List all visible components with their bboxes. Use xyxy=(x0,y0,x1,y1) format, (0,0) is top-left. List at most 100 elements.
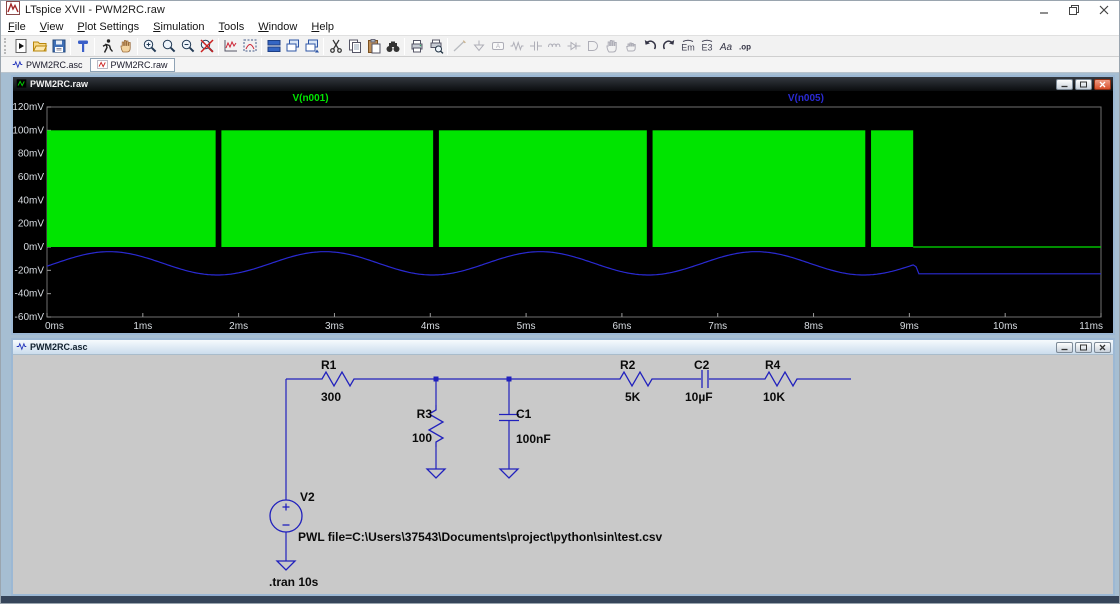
undo-button[interactable] xyxy=(640,36,659,56)
label-icon: A xyxy=(490,38,506,54)
schematic-restore-button[interactable] xyxy=(1075,342,1092,353)
menu-item-help[interactable]: Help xyxy=(304,20,341,34)
pwm-block xyxy=(221,130,433,247)
zoom-out-icon xyxy=(180,38,196,54)
waveform-restore-button[interactable] xyxy=(1075,79,1092,90)
component-ref-C2: C2 xyxy=(694,358,710,372)
copy-button[interactable] xyxy=(345,36,364,56)
diode-button[interactable] xyxy=(564,36,583,56)
svg-text:Aa: Aa xyxy=(718,42,732,53)
component-button[interactable] xyxy=(583,36,602,56)
capacitor-button[interactable] xyxy=(526,36,545,56)
toolbar-grip[interactable] xyxy=(4,38,8,54)
menu-item-simulation[interactable]: Simulation xyxy=(146,20,211,34)
schematic-window-icon xyxy=(16,341,27,354)
text-button[interactable]: Aa xyxy=(716,36,735,56)
inductor-button[interactable] xyxy=(545,36,564,56)
control-panel-icon xyxy=(75,38,91,54)
y-tick-label: -20mV xyxy=(15,265,45,276)
toolbar-separator xyxy=(70,38,71,55)
menu-item-view[interactable]: View xyxy=(33,20,71,34)
halt-button[interactable] xyxy=(116,36,135,56)
menu-item-file[interactable]: File xyxy=(1,20,33,34)
component-ref-R3: R3 xyxy=(417,407,433,421)
tab-pwm2rc-asc[interactable]: PWM2RC.asc xyxy=(5,58,90,72)
legend-v-n001-[interactable]: V(n001) xyxy=(292,93,328,104)
print-button[interactable] xyxy=(407,36,426,56)
close-button[interactable] xyxy=(1089,1,1119,19)
menu-item-tools[interactable]: Tools xyxy=(212,20,252,34)
redo-icon xyxy=(661,38,677,54)
save-button[interactable] xyxy=(49,36,68,56)
ground-symbol xyxy=(500,469,518,478)
autorange-y-button[interactable] xyxy=(221,36,240,56)
print-preview-button[interactable] xyxy=(426,36,445,56)
waveform-tab-icon xyxy=(97,59,108,72)
wire-button[interactable] xyxy=(450,36,469,56)
run-simulation-button[interactable] xyxy=(97,36,116,56)
menu-item-plot-settings[interactable]: Plot Settings xyxy=(70,20,146,34)
paste-button[interactable] xyxy=(364,36,383,56)
resistor-icon xyxy=(509,38,525,54)
x-tick-label: 1ms xyxy=(133,321,152,332)
y-tick-label: -60mV xyxy=(15,312,45,323)
plot-settings-button[interactable] xyxy=(240,36,259,56)
cut-button[interactable] xyxy=(326,36,345,56)
waveform-plot[interactable]: 120mV100mV80mV60mV40mV20mV0mV-20mV-40mV-… xyxy=(13,91,1109,333)
zoom-area-icon xyxy=(161,38,177,54)
schematic-window-controls xyxy=(1054,342,1111,353)
cascade-windows-button[interactable] xyxy=(283,36,302,56)
resistor-R4 xyxy=(760,372,802,386)
cascade-windows-alt-button[interactable] xyxy=(302,36,321,56)
label-button[interactable]: A xyxy=(488,36,507,56)
toolbar-separator xyxy=(218,38,219,55)
diode-icon xyxy=(566,38,582,54)
control-panel-button[interactable] xyxy=(73,36,92,56)
resistor-R1 xyxy=(317,372,359,386)
minimize-button[interactable] xyxy=(1029,1,1059,19)
resistor-button[interactable] xyxy=(507,36,526,56)
paste-icon xyxy=(366,38,382,54)
schematic-canvas[interactable]: R1 300 R3 100 C1 100nF R2 5K C2 10µF R4 … xyxy=(13,355,1109,594)
mirror-button[interactable]: Em xyxy=(678,36,697,56)
tab-pwm2rc-raw[interactable]: PWM2RC.raw xyxy=(90,58,175,72)
x-tick-label: 0ms xyxy=(45,321,64,332)
schematic-close-button[interactable] xyxy=(1094,342,1111,353)
menu-item-window[interactable]: Window xyxy=(251,20,304,34)
waveform-minimize-button[interactable] xyxy=(1056,79,1073,90)
run-button[interactable] xyxy=(11,36,30,56)
redo-button[interactable] xyxy=(659,36,678,56)
component-value-R1: 300 xyxy=(321,390,341,404)
drag-button[interactable] xyxy=(621,36,640,56)
x-tick-label: 9ms xyxy=(900,321,919,332)
schematic-minimize-button[interactable] xyxy=(1056,342,1073,353)
undo-icon xyxy=(642,38,658,54)
svg-text:A: A xyxy=(495,44,499,50)
find-button[interactable] xyxy=(383,36,402,56)
tab-label: PWM2RC.asc xyxy=(26,60,83,70)
y-tick-label: 20mV xyxy=(18,219,44,230)
ground-icon xyxy=(471,38,487,54)
restore-button[interactable] xyxy=(1059,1,1089,19)
schematic-window-title: PWM2RC.asc xyxy=(30,342,88,352)
waveform-window-titlebar[interactable]: PWM2RC.raw xyxy=(13,77,1113,91)
open-icon xyxy=(32,38,48,54)
open-button[interactable] xyxy=(30,36,49,56)
tile-windows-button[interactable] xyxy=(264,36,283,56)
waveform-window-title: PWM2RC.raw xyxy=(30,79,88,89)
zoom-out-button[interactable] xyxy=(178,36,197,56)
zoom-in-button[interactable] xyxy=(140,36,159,56)
waveform-close-button[interactable] xyxy=(1094,79,1111,90)
toolbar-separator xyxy=(261,38,262,55)
zoom-full-extents-button[interactable] xyxy=(197,36,216,56)
legend-v-n005-[interactable]: V(n005) xyxy=(788,93,824,104)
cascade-windows-alt-icon xyxy=(304,38,320,54)
zoom-area-button[interactable] xyxy=(159,36,178,56)
schematic-window-titlebar[interactable]: PWM2RC.asc xyxy=(13,340,1113,355)
window-controls xyxy=(1029,1,1119,19)
rotate-button[interactable]: E3 xyxy=(697,36,716,56)
move-button[interactable] xyxy=(602,36,621,56)
copy-icon xyxy=(347,38,363,54)
spice-directive-button[interactable]: .op xyxy=(735,36,754,56)
ground-button[interactable] xyxy=(469,36,488,56)
